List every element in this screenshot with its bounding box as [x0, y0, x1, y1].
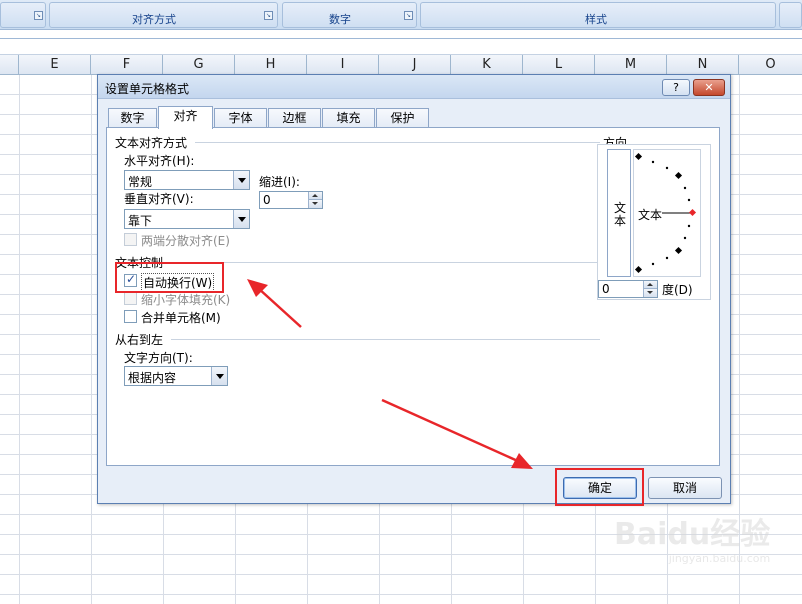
- annotation-arrows: [247, 279, 533, 469]
- baidu-watermark: Baidu经验 jingyan.baidu.com: [614, 517, 771, 566]
- arrow-line-ok: [381, 398, 521, 464]
- tab-alignment[interactable]: 对齐: [158, 106, 213, 129]
- arrow-line-wrap: [257, 287, 302, 328]
- watermark-brand: Baidu经验: [614, 517, 771, 552]
- watermark-url: jingyan.baidu.com: [668, 552, 771, 565]
- excel-window: ↘ 对齐方式 ↘ 数字 ↘ 样式 E F G H I J K L M N O 设…: [0, 0, 802, 604]
- arrow-head-ok: [511, 453, 533, 469]
